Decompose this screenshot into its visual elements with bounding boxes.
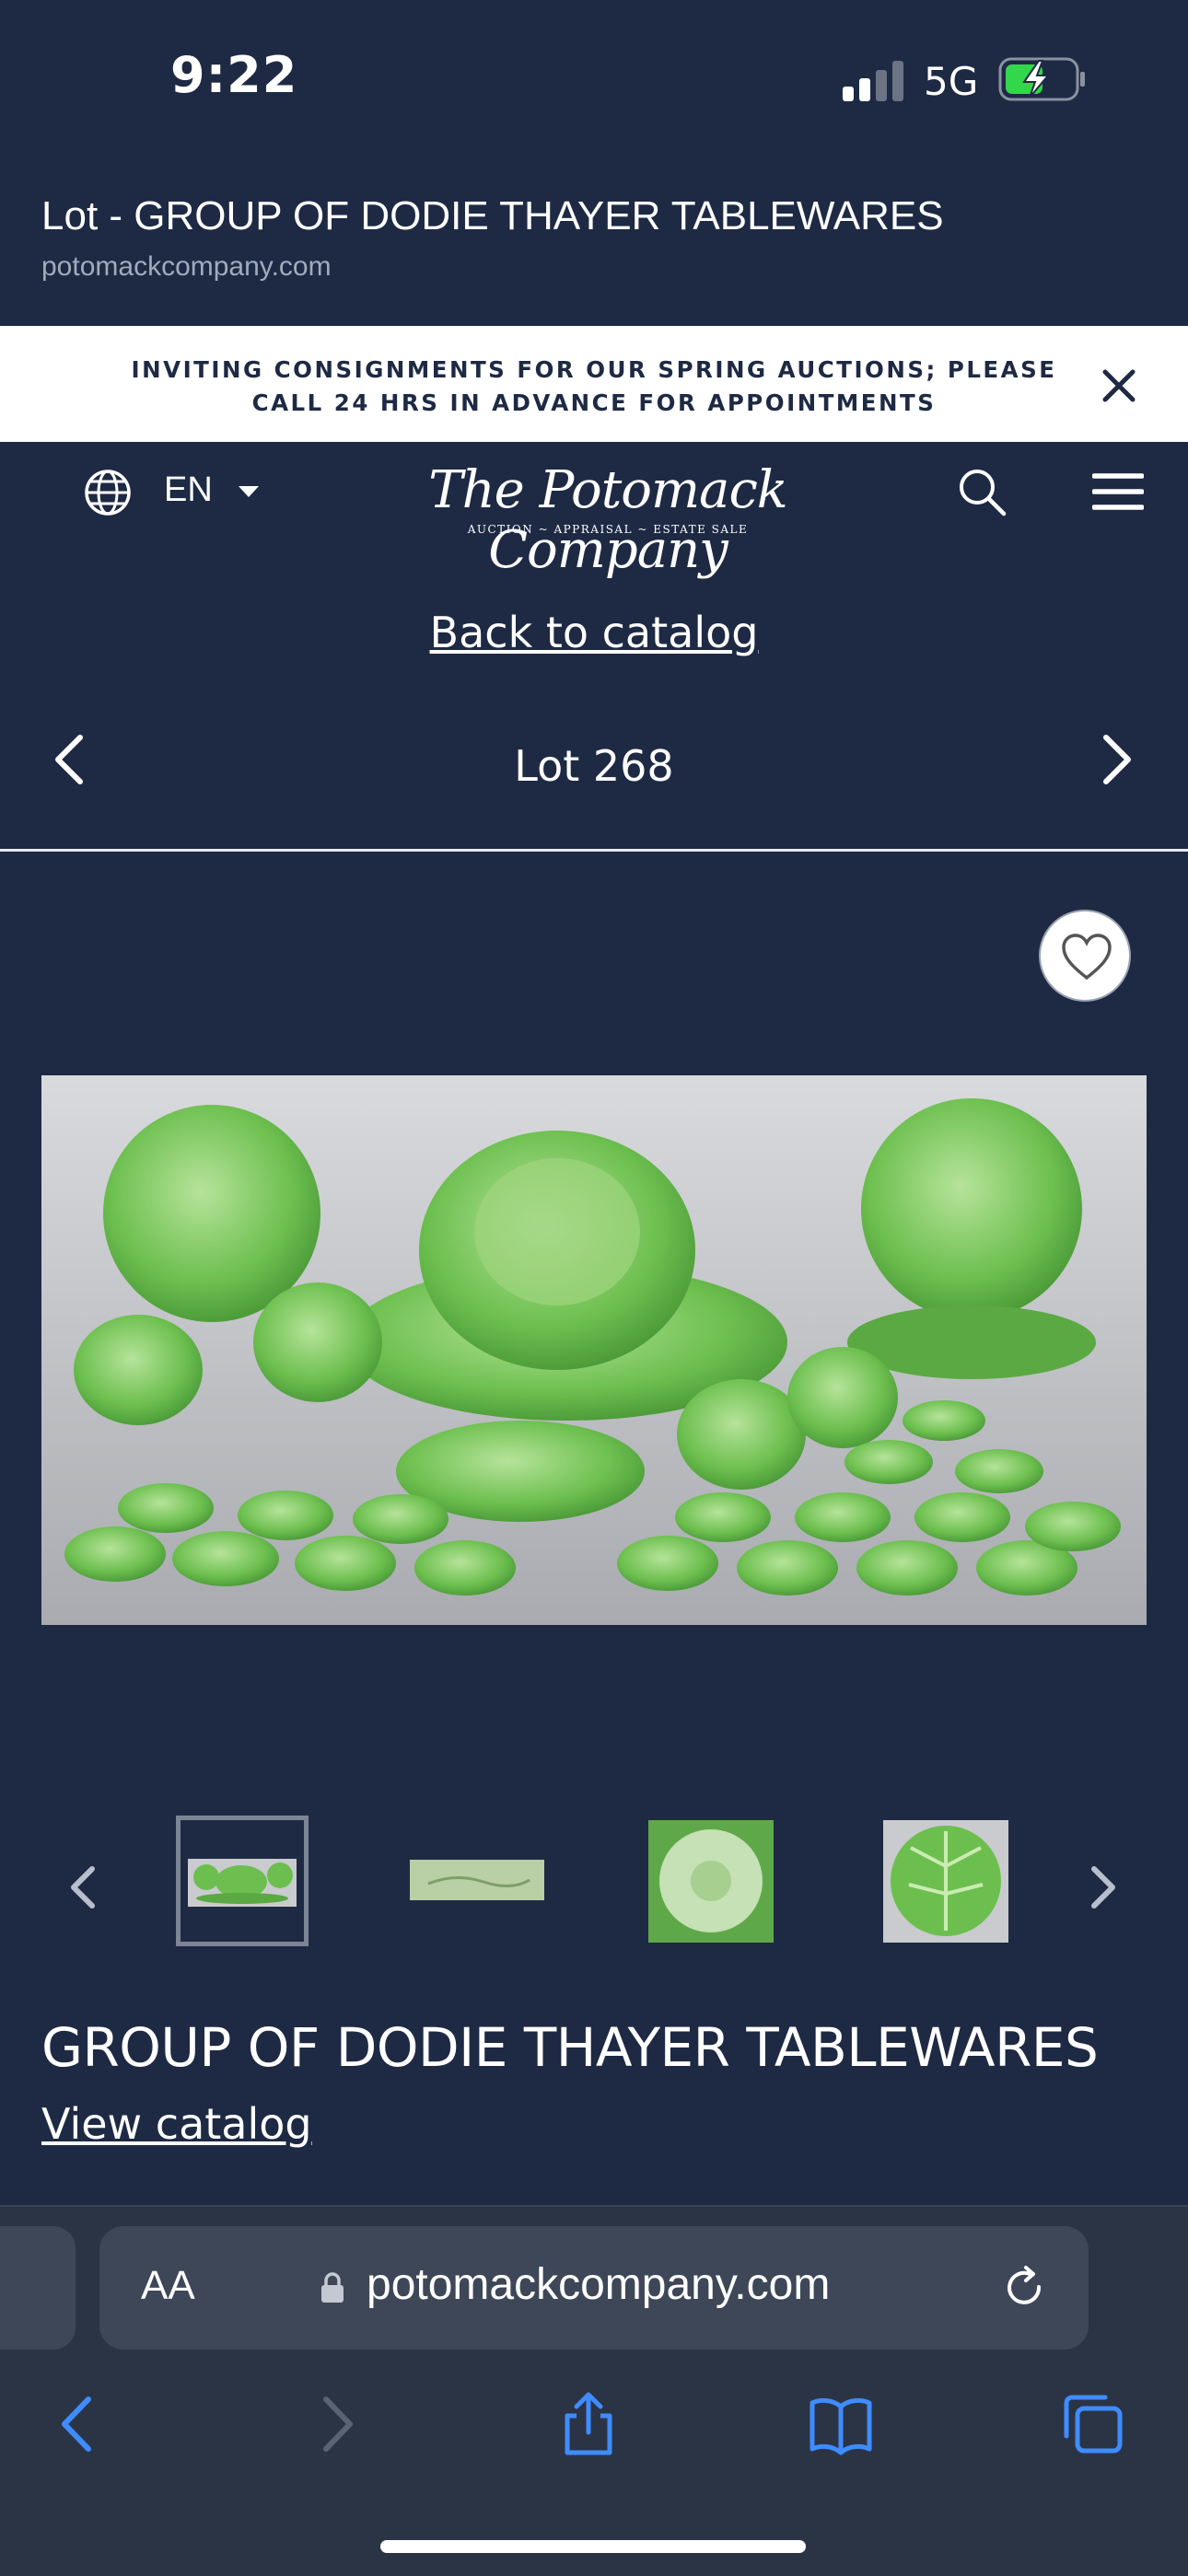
- url-text: potomackcompany.com: [367, 2260, 831, 2309]
- site-logo[interactable]: The Potomack Company AUCTION ~ APPRAISAL…: [396, 460, 820, 580]
- thumbnail-next-chevron-icon[interactable]: [1085, 1860, 1122, 1915]
- chevron-down-icon[interactable]: [237, 484, 261, 499]
- announcement-banner: INVITING CONSIGNMENTS FOR OUR SPRING AUC…: [0, 326, 1188, 442]
- favorite-button[interactable]: [1039, 910, 1131, 1002]
- banner-text: INVITING CONSIGNMENTS FOR OUR SPRING AUC…: [131, 356, 1057, 416]
- lot-main-image[interactable]: [41, 1075, 1147, 1625]
- lock-icon: [321, 2272, 344, 2303]
- previous-tab-preview[interactable]: [0, 2226, 76, 2350]
- thumbnail-previous-chevron-icon[interactable]: [64, 1860, 101, 1915]
- page-title: Lot - GROUP OF DODIE THAYER TABLEWARES: [41, 193, 944, 238]
- next-lot-chevron-icon[interactable]: [1099, 732, 1136, 787]
- search-icon[interactable]: [956, 466, 1007, 517]
- globe-icon[interactable]: [83, 468, 133, 517]
- cellular-signal-icon: [843, 61, 903, 101]
- bookmarks-icon[interactable]: [809, 2392, 873, 2456]
- reader-settings-button[interactable]: AA: [141, 2263, 195, 2309]
- language-selector[interactable]: EN: [164, 470, 213, 510]
- battery-charging-icon: [998, 57, 1085, 101]
- status-time: 9:22: [170, 46, 298, 104]
- lot-title: GROUP OF DODIE THAYER TABLEWARES: [41, 2016, 1099, 2079]
- thumbnail-4[interactable]: [883, 1820, 1008, 1943]
- thumbnail-2[interactable]: [410, 1860, 544, 1900]
- network-type: 5G: [924, 59, 979, 104]
- thumbnail-3[interactable]: [648, 1820, 774, 1943]
- lot-number: Lot 268: [514, 741, 674, 791]
- tabs-icon[interactable]: [1061, 2392, 1125, 2456]
- section-divider: [0, 849, 1188, 852]
- logo-tagline: AUCTION ~ APPRAISAL ~ ESTATE SALE: [467, 523, 749, 536]
- close-icon[interactable]: [1096, 363, 1142, 409]
- logo-wordmark: The Potomack Company: [428, 460, 788, 580]
- share-icon[interactable]: [556, 2392, 621, 2456]
- page-domain: potomackcompany.com: [41, 251, 332, 282]
- address-bar[interactable]: AA potomackcompany.com: [99, 2226, 1089, 2350]
- home-indicator[interactable]: [380, 2540, 806, 2553]
- hamburger-menu-icon[interactable]: [1092, 471, 1144, 512]
- thumbnail-1-selected[interactable]: [176, 1816, 309, 1946]
- thumbnail-image: [188, 1859, 297, 1907]
- reload-icon[interactable]: [1002, 2265, 1048, 2311]
- aa-label: AA: [141, 2263, 195, 2308]
- browser-forward-icon[interactable]: [304, 2392, 368, 2456]
- browser-back-icon[interactable]: [46, 2392, 111, 2456]
- view-catalog-link[interactable]: View catalog: [41, 2099, 312, 2149]
- back-to-catalog-link[interactable]: Back to catalog: [0, 608, 1188, 657]
- heart-icon: [1062, 934, 1112, 981]
